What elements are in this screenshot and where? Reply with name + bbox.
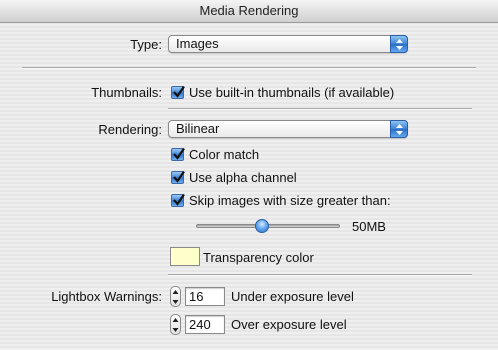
rendering-label: Rendering:	[98, 122, 162, 137]
stepper-arrows-icon	[172, 290, 179, 304]
over-exposure-stepper[interactable]	[170, 314, 181, 335]
separator	[168, 108, 472, 110]
under-exposure-input[interactable]: 16	[185, 287, 225, 306]
transparency-color-swatch[interactable]	[170, 247, 200, 266]
up-down-arrows-icon	[390, 120, 408, 138]
color-match-label: Color match	[189, 147, 260, 162]
stepper-arrows-icon	[172, 318, 179, 332]
thumbnails-label: Thumbnails:	[91, 85, 162, 100]
thumbnails-checkbox-label: Use built-in thumbnails (if available)	[189, 85, 395, 100]
checkmark-icon	[173, 170, 185, 183]
skip-images-checkbox[interactable]	[171, 193, 185, 207]
checkmark-icon	[173, 193, 185, 206]
type-popup-value: Images	[176, 36, 219, 51]
separator	[168, 274, 472, 276]
separator	[22, 67, 476, 69]
transparency-color-label: Transparency color	[203, 250, 314, 265]
under-exposure-label: Under exposure level	[231, 289, 354, 304]
size-slider-value: 50MB	[352, 219, 386, 234]
alpha-channel-checkbox[interactable]	[171, 170, 185, 184]
over-exposure-label: Over exposure level	[231, 317, 347, 332]
window-title: Media Rendering	[0, 0, 498, 23]
checkmark-icon	[173, 147, 185, 160]
over-exposure-input[interactable]: 240	[185, 315, 225, 334]
color-match-checkbox[interactable]	[171, 147, 185, 161]
up-down-arrows-icon	[390, 35, 408, 53]
rendering-popup-value: Bilinear	[176, 121, 220, 136]
alpha-channel-label: Use alpha channel	[189, 170, 297, 185]
thumbnails-checkbox[interactable]	[171, 85, 185, 99]
rendering-popup[interactable]: Bilinear	[168, 120, 408, 138]
under-exposure-stepper[interactable]	[170, 286, 181, 307]
skip-images-label: Skip images with size greater than:	[189, 193, 391, 208]
type-label: Type:	[130, 37, 162, 52]
size-slider-knob[interactable]	[255, 219, 270, 233]
lightbox-warnings-label: Lightbox Warnings:	[51, 289, 162, 304]
type-popup[interactable]: Images	[168, 35, 408, 53]
checkmark-icon	[173, 85, 185, 98]
